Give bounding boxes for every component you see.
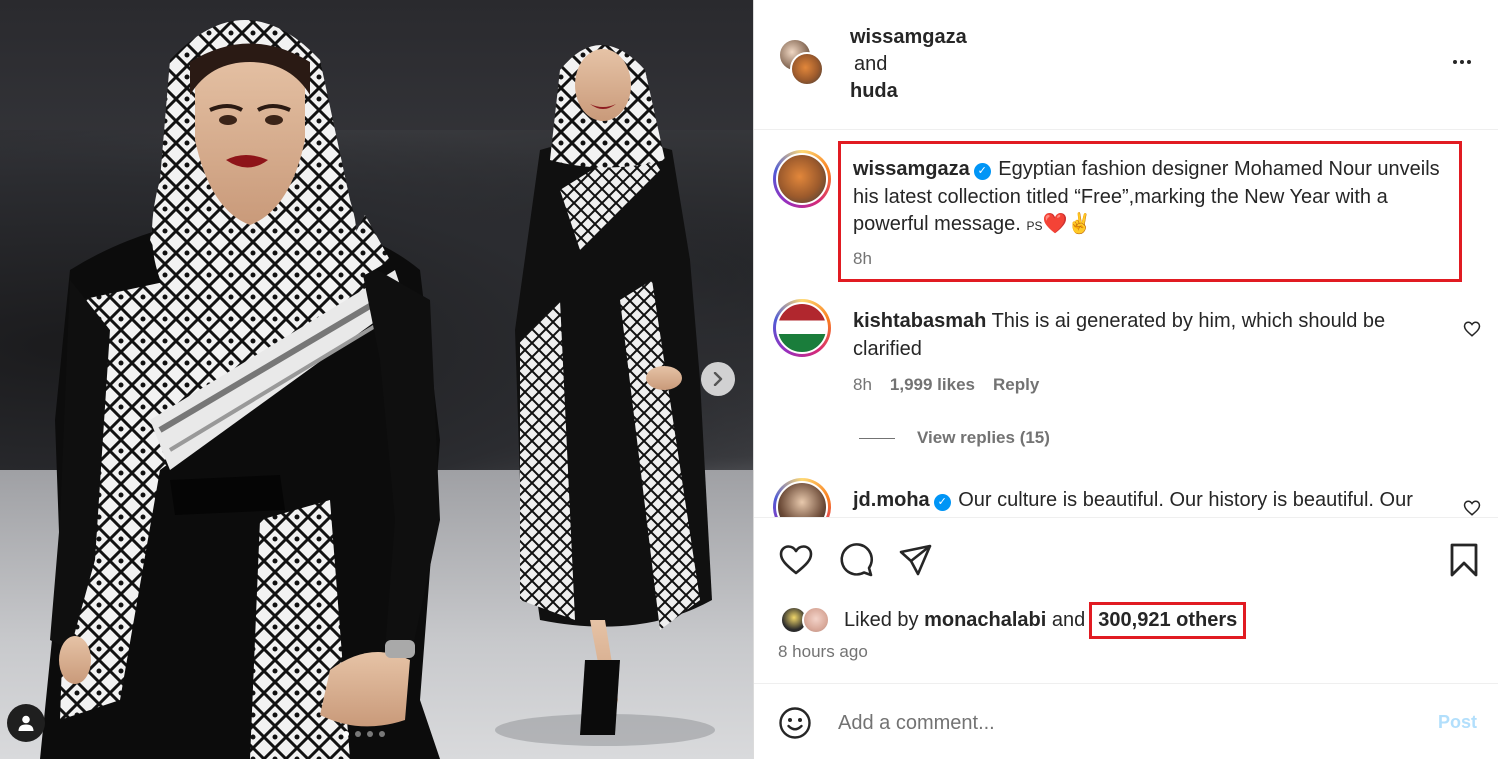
comments-section[interactable]: wissamgaza ✓ Egyptian fashion designer Mo…	[754, 131, 1498, 517]
carousel-dot	[343, 731, 349, 737]
carousel-dot	[367, 731, 373, 737]
post-actions: Liked by monachalabi and 300,921 others …	[754, 517, 1498, 683]
emoji-icon[interactable]	[778, 706, 812, 740]
like-comment-heart-icon[interactable]	[1463, 499, 1481, 517]
post-side-panel: wissamgaza and huda wissamgaza ✓ Egyptian…	[754, 0, 1498, 759]
header-username-1[interactable]: wissamgaza	[850, 26, 967, 48]
caption-avatar[interactable]	[773, 150, 831, 208]
comment-item: jd.moha ✓ Our culture is beautiful. Our h…	[853, 486, 1453, 514]
caption: wissamgaza ✓ Egyptian fashion designer Mo…	[853, 156, 1443, 241]
liked-by-username[interactable]: monachalabi	[924, 609, 1046, 632]
likes-summary: Liked by monachalabi and 300,921 others	[780, 602, 1247, 639]
comment-username[interactable]: jd.moha	[853, 489, 930, 511]
verified-badge-icon: ✓	[973, 163, 991, 180]
user-icon	[18, 715, 34, 731]
avatar	[790, 52, 824, 86]
header-username-2[interactable]: huda	[850, 80, 898, 102]
likes-and: and	[1051, 609, 1086, 631]
likes-others-count[interactable]: 300,921 others	[1089, 602, 1247, 639]
collab-names: wissamgaza and huda	[850, 24, 967, 105]
comment-meta: 8h 1,999 likes Reply	[853, 375, 1039, 395]
more-options-button[interactable]	[1448, 50, 1476, 74]
post-image[interactable]	[0, 0, 753, 759]
next-image-button[interactable]	[701, 362, 735, 396]
comment-item: kishtabasmah This is ai generated by him…	[853, 307, 1433, 363]
caption-ps: PS	[1026, 219, 1043, 233]
like-heart-icon[interactable]	[778, 542, 814, 578]
comment-icon[interactable]	[838, 542, 874, 578]
replies-line	[859, 437, 895, 439]
save-bookmark-icon[interactable]	[1446, 542, 1482, 578]
post-header: wissamgaza and huda	[754, 0, 1498, 130]
chevron-right-icon	[713, 372, 723, 386]
tagged-users-button[interactable]	[7, 704, 45, 742]
victory-hand-emoji: ✌️	[1067, 213, 1093, 235]
comment-time[interactable]: 8h	[853, 375, 872, 395]
likers-avatars[interactable]	[780, 605, 834, 636]
header-and: and	[854, 53, 888, 75]
more-dot-icon	[1460, 60, 1464, 64]
avatar	[802, 605, 830, 634]
post-comment-button[interactable]: Post	[1438, 712, 1477, 733]
carousel-dot	[355, 731, 361, 737]
carousel-indicator	[343, 731, 385, 737]
red-heart-emoji: ❤️	[1042, 213, 1068, 235]
like-comment-heart-icon[interactable]	[1463, 320, 1481, 338]
view-replies-button[interactable]: View replies (15)	[859, 428, 1050, 448]
liked-by-label: Liked by	[844, 609, 919, 631]
comment-text: Our culture is beautiful. Our history is…	[958, 489, 1413, 511]
more-dot-icon	[1453, 60, 1457, 64]
caption-time[interactable]: 8h	[853, 249, 872, 269]
share-send-icon[interactable]	[898, 542, 934, 578]
comment-reply-button[interactable]: Reply	[993, 375, 1039, 395]
comment-avatar[interactable]	[773, 299, 831, 357]
comment-likes[interactable]: 1,999 likes	[890, 375, 975, 395]
post-time-ago[interactable]: 8 hours ago	[778, 642, 868, 662]
more-dot-icon	[1467, 60, 1471, 64]
runway-models-illustration	[40, 20, 715, 759]
carousel-dot	[379, 731, 385, 737]
caption-username[interactable]: wissamgaza	[853, 158, 970, 180]
add-comment-input[interactable]	[838, 708, 1398, 738]
collab-avatars[interactable]	[778, 38, 830, 90]
verified-badge-icon: ✓	[933, 494, 951, 511]
comment-username[interactable]: kishtabasmah	[853, 310, 986, 332]
add-comment-bar: Post	[754, 683, 1498, 759]
view-replies-label: View replies (15)	[917, 428, 1050, 447]
comment-avatar[interactable]	[773, 478, 831, 517]
